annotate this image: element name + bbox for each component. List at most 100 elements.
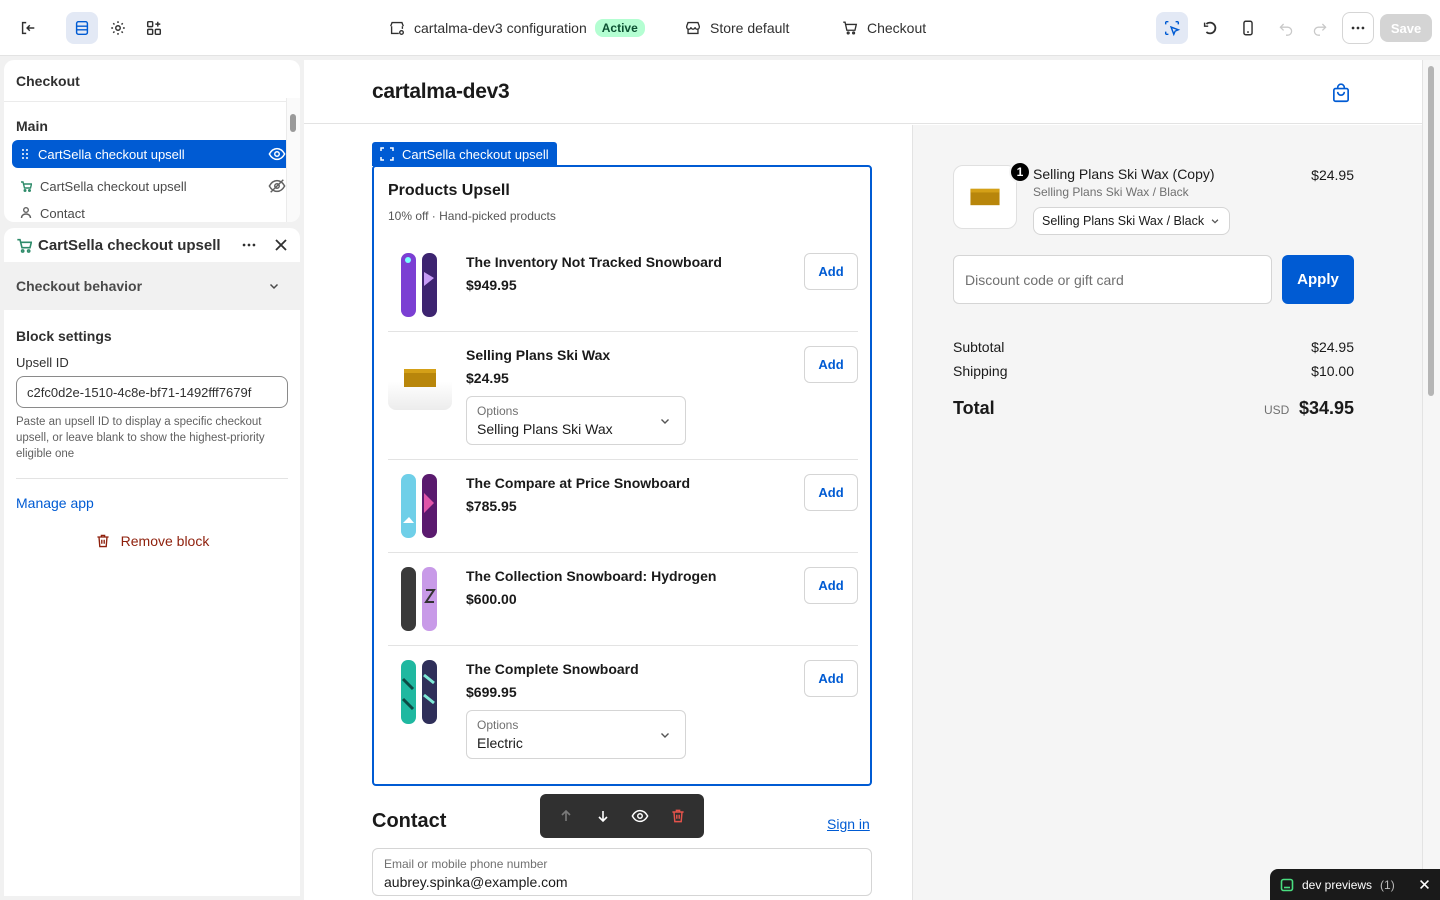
add-button[interactable]: Add bbox=[804, 346, 858, 383]
manage-app-label: Manage app bbox=[16, 495, 94, 511]
move-up-icon[interactable] bbox=[558, 808, 574, 824]
dev-previews-toast[interactable]: dev previews (1) bbox=[1270, 869, 1440, 900]
product-name: Selling Plans Ski Wax bbox=[466, 347, 611, 363]
exit-icon[interactable] bbox=[12, 12, 44, 44]
more-options-icon[interactable] bbox=[240, 236, 258, 254]
mobile-preview-icon[interactable] bbox=[1232, 12, 1264, 44]
refresh-icon[interactable] bbox=[1194, 12, 1226, 44]
block-tag[interactable]: CartSella checkout upsell bbox=[372, 142, 557, 166]
options-select[interactable]: Options Selling Plans Ski Wax bbox=[466, 396, 686, 445]
close-icon[interactable] bbox=[1419, 879, 1430, 890]
upsell-title: Products Upsell bbox=[388, 182, 510, 199]
cart-icon bbox=[843, 21, 858, 35]
shipping-row: Shipping $10.00 bbox=[953, 363, 1354, 379]
trash-icon bbox=[97, 534, 109, 548]
more-actions-icon[interactable] bbox=[1342, 12, 1374, 44]
shipping-label: Shipping bbox=[953, 363, 1008, 379]
config-selector[interactable]: cartalma-dev3 configuration Active bbox=[388, 0, 645, 56]
sidebar-item-label: CartSella checkout upsell bbox=[40, 178, 187, 194]
options-value: Electric bbox=[477, 735, 523, 751]
add-button[interactable]: Add bbox=[804, 253, 858, 290]
undo-icon[interactable] bbox=[1270, 12, 1302, 44]
upsell-product-row: The Complete Snowboard $699.95 Add Optio… bbox=[388, 646, 858, 774]
line-item-variant: Selling Plans Ski Wax / Black bbox=[1033, 185, 1189, 199]
sidebar-item-contact[interactable]: Contact bbox=[12, 204, 292, 222]
block-settings-heading: Block settings bbox=[16, 328, 112, 344]
chevron-down-icon bbox=[1211, 219, 1219, 224]
email-field[interactable]: Email or mobile phone number aubrey.spin… bbox=[372, 848, 872, 896]
product-name: The Collection Snowboard: Hydrogen bbox=[466, 568, 717, 584]
order-summary: 1 Selling Plans Ski Wax (Copy) Selling P… bbox=[912, 125, 1422, 900]
variant-select[interactable]: Selling Plans Ski Wax / Black bbox=[1033, 207, 1230, 235]
options-label: Options bbox=[477, 404, 519, 418]
block-panel-header: CartSella checkout upsell bbox=[4, 228, 300, 262]
contact-heading: Contact bbox=[372, 810, 447, 832]
block-toolbar bbox=[540, 794, 704, 838]
redo-icon[interactable] bbox=[1304, 12, 1336, 44]
eye-icon[interactable] bbox=[631, 808, 649, 824]
apply-button[interactable]: Apply bbox=[1282, 255, 1354, 304]
close-icon[interactable] bbox=[274, 238, 288, 252]
sidebar-scroll-thumb[interactable] bbox=[290, 114, 296, 132]
upsell-id-label: Upsell ID bbox=[16, 355, 69, 370]
remove-block-button[interactable]: Remove block bbox=[4, 533, 300, 549]
dev-previews-label: dev previews bbox=[1302, 877, 1373, 892]
add-button[interactable]: Add bbox=[804, 567, 858, 604]
email-value: aubrey.spinka@example.com bbox=[384, 874, 568, 890]
shipping-value: $10.00 bbox=[1311, 363, 1354, 379]
chevron-down-icon bbox=[269, 283, 279, 290]
chevron-down-icon bbox=[661, 733, 669, 738]
upsell-id-help: Paste an upsell ID to display a specific… bbox=[16, 416, 265, 460]
preview-scroll-thumb[interactable] bbox=[1428, 66, 1434, 396]
upsell-id-input[interactable]: c2fc0d2e-1510-4c8e-bf71-1492fff7679f bbox=[16, 376, 288, 408]
product-price: $699.95 bbox=[466, 684, 517, 700]
product-price: $24.95 bbox=[466, 370, 509, 386]
discount-input[interactable]: Discount code or gift card bbox=[953, 255, 1272, 304]
move-down-icon[interactable] bbox=[595, 808, 611, 824]
sidebar-item-upsell-selected[interactable]: CartSella checkout upsell bbox=[12, 140, 292, 168]
product-price: $949.95 bbox=[466, 277, 517, 293]
eye-hidden-icon[interactable] bbox=[268, 178, 286, 194]
block-title: CartSella checkout upsell bbox=[38, 236, 221, 254]
accordion-label: Checkout behavior bbox=[16, 278, 143, 294]
subtotal-value: $24.95 bbox=[1311, 339, 1354, 355]
manage-app-link[interactable]: Manage app bbox=[4, 495, 300, 511]
upsell-product-row: Selling Plans Ski Wax $24.95 Add Options… bbox=[388, 332, 858, 460]
sidebar-item-upsell[interactable]: CartSella checkout upsell bbox=[12, 172, 292, 200]
settings-gear-icon[interactable] bbox=[102, 12, 134, 44]
apps-icon[interactable] bbox=[138, 12, 170, 44]
options-select[interactable]: Options Electric bbox=[466, 710, 686, 759]
snowboard-image bbox=[388, 474, 452, 538]
inspector-icon[interactable] bbox=[1156, 12, 1188, 44]
upsell-block[interactable]: Products Upsell 10% off · Hand-picked pr… bbox=[372, 165, 872, 786]
save-button[interactable]: Save bbox=[1380, 14, 1432, 42]
section-heading: Main bbox=[16, 118, 48, 134]
total-row: Total USD $34.95 bbox=[953, 398, 1354, 419]
quantity-badge: 1 bbox=[1009, 161, 1031, 183]
sign-in-link[interactable]: Sign in bbox=[827, 816, 870, 832]
eye-icon[interactable] bbox=[268, 146, 286, 162]
add-button[interactable]: Add bbox=[804, 660, 858, 697]
sidebar-header: Checkout bbox=[4, 60, 300, 102]
store-selector[interactable]: Store default bbox=[684, 0, 789, 56]
upsell-product-row: The Compare at Price Snowboard $785.95 A… bbox=[388, 460, 858, 553]
product-name: The Compare at Price Snowboard bbox=[466, 475, 691, 491]
shopping-bag-icon[interactable] bbox=[1330, 82, 1352, 104]
checkout-behavior-accordion[interactable]: Checkout behavior bbox=[4, 262, 300, 310]
snowboard-image bbox=[388, 253, 452, 317]
drag-handle-icon[interactable] bbox=[20, 148, 30, 160]
ski-wax-image bbox=[388, 346, 452, 410]
email-label: Email or mobile phone number bbox=[384, 857, 548, 871]
store-config-icon bbox=[390, 21, 404, 35]
store-name: cartalma-dev3 bbox=[372, 80, 510, 103]
preview-scrollbar[interactable] bbox=[1422, 60, 1440, 900]
page-selector[interactable]: Checkout bbox=[841, 0, 926, 56]
upsell-subtitle: 10% off · Hand-picked products bbox=[388, 209, 556, 223]
add-button[interactable]: Add bbox=[804, 474, 858, 511]
divider bbox=[16, 478, 288, 479]
preview-icon bbox=[1280, 878, 1294, 891]
product-name: The Inventory Not Tracked Snowboard bbox=[466, 254, 722, 270]
trash-icon[interactable] bbox=[670, 808, 686, 824]
sections-icon[interactable] bbox=[66, 12, 98, 44]
options-label: Options bbox=[477, 718, 519, 732]
